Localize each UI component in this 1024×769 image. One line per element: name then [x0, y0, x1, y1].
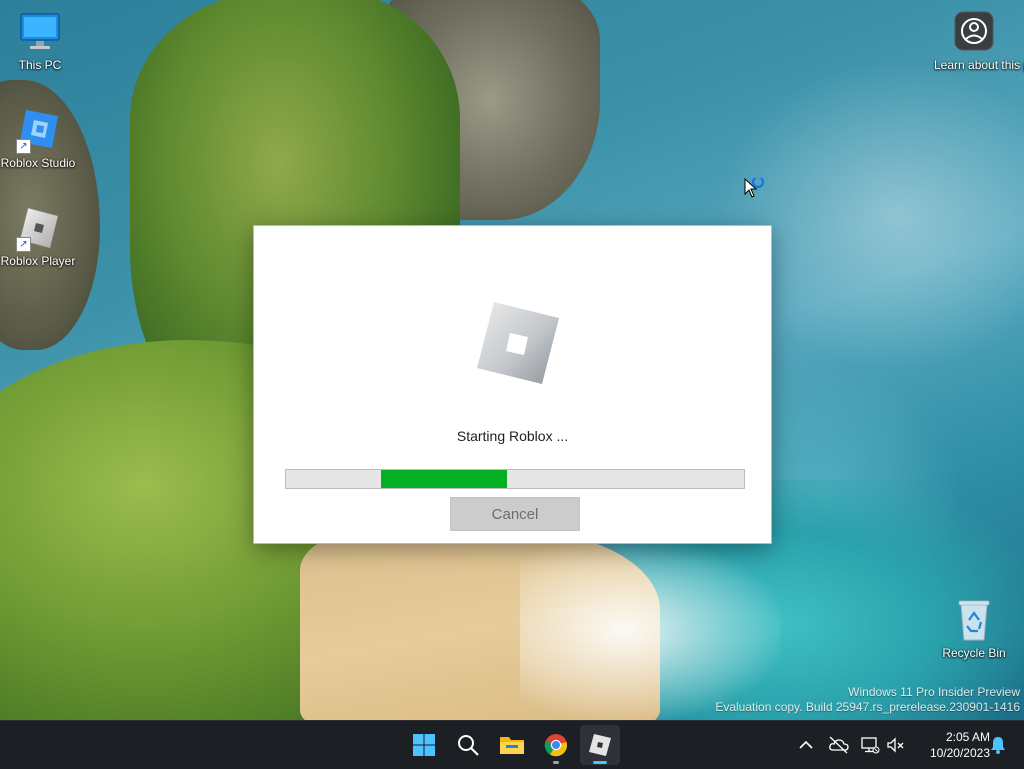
spotlight-camera-icon [952, 10, 996, 54]
cancel-button[interactable]: Cancel [450, 497, 580, 531]
roblox-studio-icon: ↗ [16, 108, 60, 154]
chrome-icon [544, 734, 568, 757]
learn-about-picture-label: Learn about this picture [934, 58, 1024, 72]
desktop-icon-this-pc[interactable]: This PC [0, 10, 80, 72]
status-text: Starting Roblox ... [456, 428, 569, 444]
notification-bell-icon[interactable] [988, 735, 1008, 755]
shortcut-arrow-icon: ↗ [16, 237, 31, 252]
search-icon [458, 735, 479, 756]
show-hidden-icons-chevron-up-icon[interactable] [796, 735, 816, 755]
roblox-player-icon: ↗ [16, 206, 60, 252]
desktop-icon-roblox-studio[interactable]: ↗ Roblox Studio [0, 108, 78, 170]
progress-fill [381, 470, 507, 488]
shortcut-arrow-icon: ↗ [16, 139, 31, 154]
roblox-taskbar-button[interactable] [580, 725, 620, 765]
launch-progress-bar [285, 469, 745, 489]
learn-about-picture-button[interactable]: Learn about this picture [934, 10, 1024, 72]
monitor-icon [18, 10, 62, 54]
desktop-icon-label: Roblox Player [0, 254, 76, 268]
running-indicator [553, 761, 559, 764]
clock-time: 2:05 AM [945, 730, 990, 744]
desktop-icon-label: Roblox Studio [0, 156, 76, 170]
windows-logo-icon [413, 734, 435, 756]
build-watermark: Windows 11 Pro Insider Preview Evaluatio… [715, 685, 1020, 715]
file-explorer-button[interactable] [492, 725, 532, 765]
onedrive-off-icon[interactable] [828, 735, 849, 755]
search-button[interactable] [448, 725, 488, 765]
roblox-icon [589, 734, 611, 756]
desktop-icon-label: Recycle Bin [942, 646, 1006, 660]
desktop-icon-label: This PC [18, 58, 62, 72]
volume-muted-icon[interactable] [886, 735, 906, 755]
start-button[interactable] [404, 725, 444, 765]
roblox-launcher-dialog: Starting Roblox ... Cancel [253, 225, 772, 544]
desktop-icon-recycle-bin[interactable]: Recycle Bin [934, 598, 1014, 660]
recycle-bin-icon [952, 598, 996, 642]
taskbar: 2:05 AM 10/20/2023 [0, 720, 1024, 769]
roblox-logo-icon [469, 296, 565, 392]
desktop-icon-roblox-player[interactable]: ↗ Roblox Player [0, 206, 78, 268]
taskbar-clock[interactable]: 2:05 AM 10/20/2023 [910, 729, 990, 761]
watermark-line-1: Windows 11 Pro Insider Preview [848, 685, 1020, 699]
active-indicator [593, 761, 607, 764]
folder-icon [500, 737, 524, 754]
mouse-cursor-busy-icon [744, 175, 765, 200]
clock-date: 10/20/2023 [929, 746, 990, 760]
network-disconnected-icon[interactable] [860, 735, 880, 755]
watermark-line-2: Evaluation copy. Build 25947.rs_prerelea… [715, 700, 1020, 714]
chrome-button[interactable] [536, 725, 576, 765]
